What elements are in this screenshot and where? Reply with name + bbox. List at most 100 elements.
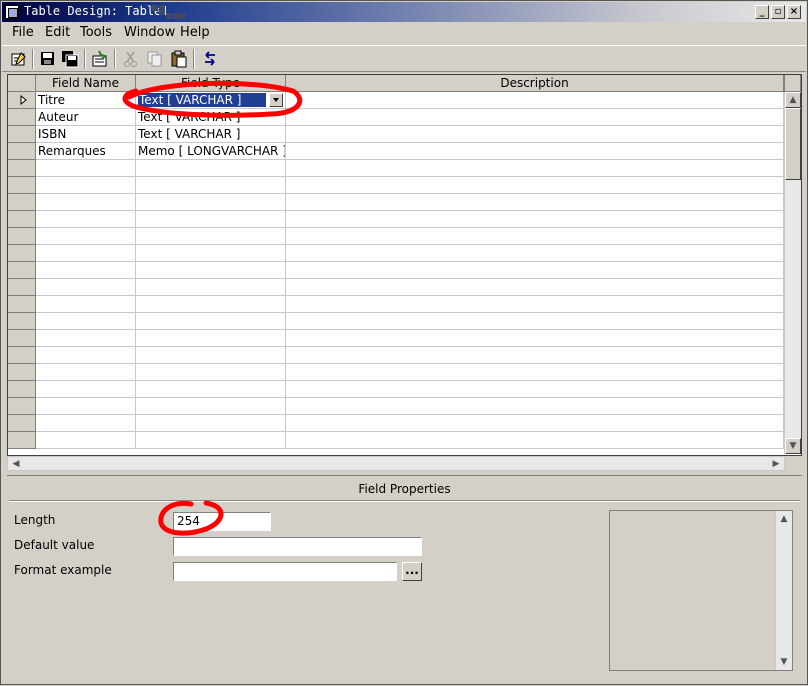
column-header-field-type[interactable]: Field Type: [136, 75, 286, 92]
field-name-cell[interactable]: Titre: [36, 92, 136, 109]
field-type-cell[interactable]: [136, 364, 286, 381]
field-type-cell[interactable]: [136, 432, 286, 449]
description-cell[interactable]: [286, 160, 784, 177]
title-bar[interactable]: Table Design: Table1 _ ▫ ×: [2, 2, 806, 22]
row-header[interactable]: [8, 194, 36, 211]
length-field[interactable]: 254: [173, 512, 271, 531]
field-name-cell[interactable]: [36, 313, 136, 330]
close-icon[interactable]: ×: [787, 5, 801, 19]
field-name-cell[interactable]: [36, 228, 136, 245]
format-example-button[interactable]: ...: [402, 562, 422, 581]
row-header[interactable]: [8, 126, 36, 143]
field-name-cell[interactable]: [36, 245, 136, 262]
cut-icon[interactable]: [122, 50, 140, 68]
description-cell[interactable]: [286, 262, 784, 279]
format-example-field[interactable]: [173, 562, 397, 581]
field-type-dropdown[interactable]: Text [ VARCHAR ]: [136, 92, 286, 109]
field-type-cell[interactable]: [136, 245, 286, 262]
field-name-cell[interactable]: [36, 279, 136, 296]
field-type-cell[interactable]: [136, 160, 286, 177]
field-type-cell[interactable]: [136, 347, 286, 364]
scroll-right-icon[interactable]: ▶: [770, 457, 782, 471]
scroll-thumb[interactable]: [785, 108, 801, 180]
index-design-icon[interactable]: [91, 50, 109, 68]
field-name-cell[interactable]: ISBN: [36, 126, 136, 143]
row-header[interactable]: [8, 262, 36, 279]
menu-edit[interactable]: Edit: [45, 25, 70, 40]
description-cell[interactable]: [286, 143, 784, 160]
row-header[interactable]: [8, 160, 36, 177]
field-grid[interactable]: Field Name Field Type Description Titre T…: [7, 74, 802, 456]
save-all-icon[interactable]: [61, 50, 79, 68]
row-header[interactable]: [8, 313, 36, 330]
field-name-cell[interactable]: [36, 262, 136, 279]
description-cell[interactable]: [286, 381, 784, 398]
scroll-left-icon[interactable]: ◀: [10, 457, 22, 471]
column-header-field-name[interactable]: Field Name: [36, 75, 136, 92]
row-header[interactable]: [8, 398, 36, 415]
row-header[interactable]: [8, 330, 36, 347]
undo-icon[interactable]: [201, 50, 219, 68]
help-scrollbar[interactable]: ▲ ▼: [775, 511, 792, 670]
field-name-cell[interactable]: [36, 432, 136, 449]
row-header[interactable]: [8, 364, 36, 381]
field-type-cell[interactable]: [136, 296, 286, 313]
field-name-cell[interactable]: [36, 211, 136, 228]
description-cell[interactable]: [286, 92, 784, 109]
menu-help[interactable]: Help: [180, 25, 210, 40]
field-type-cell[interactable]: [136, 262, 286, 279]
menu-tools[interactable]: Tools: [80, 25, 112, 40]
description-cell[interactable]: [286, 279, 784, 296]
field-name-cell[interactable]: [36, 415, 136, 432]
maximize-icon[interactable]: ▫: [771, 5, 785, 19]
row-header[interactable]: [8, 432, 36, 449]
description-cell[interactable]: [286, 296, 784, 313]
copy-icon[interactable]: [146, 50, 164, 68]
description-cell[interactable]: [286, 415, 784, 432]
row-header[interactable]: [8, 143, 36, 160]
row-header[interactable]: [8, 296, 36, 313]
field-type-cell[interactable]: Text [ VARCHAR ]: [136, 126, 286, 143]
field-type-cell[interactable]: [136, 415, 286, 432]
row-header[interactable]: [8, 92, 36, 109]
field-type-cell[interactable]: [136, 194, 286, 211]
description-cell[interactable]: [286, 194, 784, 211]
field-type-cell[interactable]: [136, 381, 286, 398]
default-value-field[interactable]: [173, 537, 422, 556]
paste-icon[interactable]: [170, 50, 188, 68]
minimize-icon[interactable]: _: [755, 5, 769, 19]
edit-mode-icon[interactable]: [10, 50, 28, 68]
row-header[interactable]: [8, 381, 36, 398]
field-type-cell[interactable]: [136, 398, 286, 415]
description-cell[interactable]: [286, 177, 784, 194]
field-name-cell[interactable]: [36, 347, 136, 364]
field-type-cell[interactable]: [136, 279, 286, 296]
field-name-cell[interactable]: Auteur: [36, 109, 136, 126]
description-cell[interactable]: [286, 126, 784, 143]
grid-vertical-scrollbar[interactable]: ▲ ▼: [784, 92, 801, 454]
row-header[interactable]: [8, 211, 36, 228]
description-cell[interactable]: [286, 432, 784, 449]
field-type-cell[interactable]: [136, 211, 286, 228]
field-type-cell[interactable]: [136, 177, 286, 194]
field-name-cell[interactable]: [36, 330, 136, 347]
field-name-cell[interactable]: Remarques: [36, 143, 136, 160]
row-header[interactable]: [8, 245, 36, 262]
app-icon[interactable]: [5, 5, 19, 19]
dropdown-arrow-icon[interactable]: [269, 93, 283, 107]
field-name-cell[interactable]: [36, 194, 136, 211]
corner-header[interactable]: [8, 75, 36, 92]
field-type-cell[interactable]: Text [ VARCHAR ]: [136, 109, 286, 126]
field-type-selected-value[interactable]: Text [ VARCHAR ]: [138, 93, 266, 107]
description-cell[interactable]: [286, 109, 784, 126]
row-header[interactable]: [8, 177, 36, 194]
field-type-cell[interactable]: [136, 228, 286, 245]
description-cell[interactable]: [286, 211, 784, 228]
grid-horizontal-scrollbar[interactable]: ◀ ▶: [7, 456, 785, 471]
description-cell[interactable]: [286, 228, 784, 245]
field-type-cell[interactable]: [136, 330, 286, 347]
scroll-down-icon[interactable]: ▼: [776, 655, 792, 669]
description-cell[interactable]: [286, 398, 784, 415]
description-cell[interactable]: [286, 313, 784, 330]
row-header[interactable]: [8, 228, 36, 245]
